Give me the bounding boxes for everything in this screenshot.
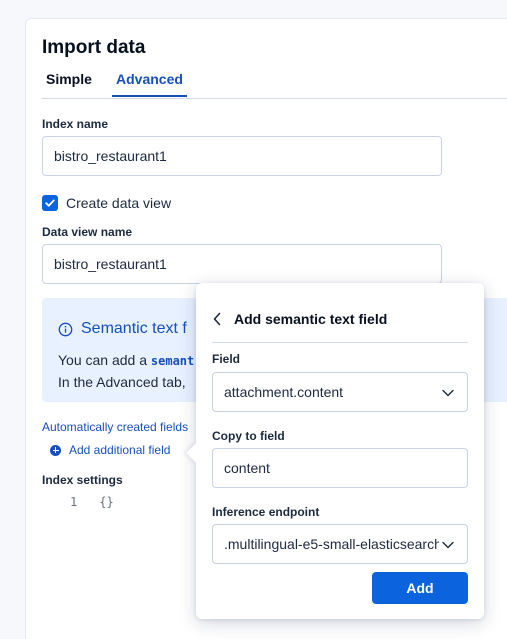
- index-settings-content: {}: [99, 495, 114, 509]
- field-select[interactable]: attachment.content: [212, 372, 468, 412]
- plus-circle-icon: [50, 444, 61, 456]
- copy-to-field-input[interactable]: content: [212, 448, 468, 488]
- page-title: Import data: [42, 37, 146, 58]
- chevron-left-icon[interactable]: [212, 312, 222, 326]
- callout-title: Semantic text f: [81, 320, 187, 337]
- add-button[interactable]: Add: [372, 572, 468, 604]
- add-semantic-text-field-popover: Add semantic text field Field attachment…: [196, 283, 484, 619]
- callout-line1-code: semant: [150, 354, 195, 368]
- popover-divider: [212, 342, 468, 343]
- inference-endpoint-label: Inference endpoint: [212, 505, 320, 519]
- callout-line1-prefix: You can add a: [58, 352, 151, 368]
- checkmark-icon: [45, 199, 55, 207]
- tab-advanced[interactable]: Advanced: [112, 71, 187, 97]
- add-additional-field-label: Add additional field: [69, 443, 171, 457]
- create-data-view-label: Create data view: [66, 195, 172, 211]
- create-data-view-row[interactable]: Create data view: [42, 195, 171, 211]
- callout-line2: In the Advanced tab,: [58, 374, 186, 390]
- field-select-value: attachment.content: [224, 384, 344, 400]
- popover-header: Add semantic text field: [212, 311, 387, 327]
- tab-simple[interactable]: Simple: [42, 71, 96, 95]
- tab-bar: Simple Advanced: [42, 71, 507, 99]
- line-number: 1: [70, 495, 78, 509]
- chevron-down-icon: [442, 389, 454, 397]
- data-view-name-input[interactable]: bistro_restaurant1: [42, 244, 442, 284]
- copy-to-field-label: Copy to field: [212, 429, 285, 443]
- popover-title: Add semantic text field: [234, 311, 388, 327]
- field-label: Field: [212, 352, 241, 366]
- data-view-name-label: Data view name: [42, 225, 133, 239]
- create-data-view-checkbox[interactable]: [42, 195, 58, 211]
- automatically-created-fields-link[interactable]: Automatically created fields: [42, 420, 188, 434]
- info-icon: [58, 322, 73, 336]
- add-additional-field-button[interactable]: Add additional field: [50, 443, 170, 457]
- index-name-input[interactable]: bistro_restaurant1: [42, 136, 442, 176]
- inference-endpoint-value: .multilingual-e5-small-elasticsearch: [224, 536, 439, 552]
- index-name-label: Index name: [42, 117, 109, 131]
- index-settings-label: Index settings: [42, 473, 123, 487]
- chevron-down-icon: [442, 541, 454, 549]
- index-settings-editor[interactable]: 1 {}: [70, 495, 114, 509]
- callout-title-row: Semantic text f: [58, 320, 187, 338]
- inference-endpoint-select[interactable]: .multilingual-e5-small-elasticsearch: [212, 524, 468, 564]
